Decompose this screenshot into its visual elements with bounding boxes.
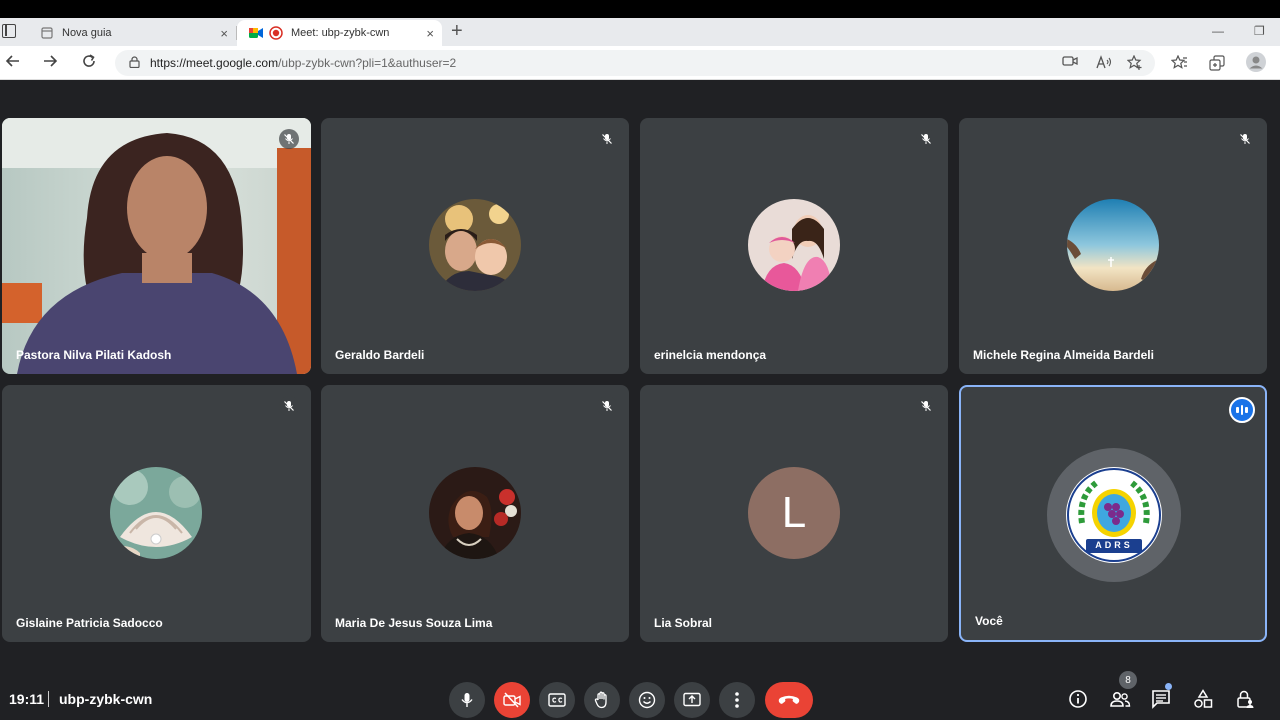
participant-tile[interactable]: L Lia Sobral [640, 385, 948, 642]
camera-off-icon [503, 692, 521, 708]
mic-off-icon [597, 129, 617, 149]
participant-avatar [748, 199, 840, 291]
mic-off-icon [916, 396, 936, 416]
present-screen-button[interactable] [674, 682, 710, 718]
speaking-indicator-icon [1229, 397, 1255, 423]
forward-icon[interactable] [40, 53, 60, 74]
page-icon [40, 26, 54, 40]
restore-button[interactable]: ❐ [1254, 24, 1265, 38]
new-tab-button[interactable]: + [451, 20, 463, 42]
mic-off-icon [279, 396, 299, 416]
tab-close-icon[interactable]: × [220, 26, 228, 41]
participant-name: Pastora Nilva Pilati Kadosh [16, 348, 172, 362]
mic-off-icon [1235, 129, 1255, 149]
camera-permission-icon[interactable] [1062, 55, 1078, 70]
window-top-bar [0, 0, 1280, 18]
participant-initial-avatar: L [748, 467, 840, 559]
participant-tile[interactable]: Gislaine Patricia Sadocco [2, 385, 311, 642]
mic-off-icon [279, 129, 299, 149]
chat-button[interactable] [1148, 686, 1174, 712]
tab-strip: Nova guia × Meet: ubp-zybk-cwn × + — ❐ [0, 18, 1280, 46]
raise-hand-button[interactable] [584, 682, 620, 718]
meeting-controls-bar: 19:11 ubp-zybk-cwn 8 [0, 671, 1280, 720]
activities-button[interactable] [1190, 686, 1216, 712]
meeting-code: ubp-zybk-cwn [59, 691, 153, 707]
participant-tile-video[interactable]: Pastora Nilva Pilati Kadosh [2, 118, 311, 374]
back-icon[interactable] [3, 53, 23, 74]
chat-icon [1152, 690, 1170, 709]
self-avatar-logo: ADRS [1066, 467, 1162, 563]
meeting-clock: 19:11 [9, 691, 45, 707]
camera-off-button[interactable] [494, 682, 530, 718]
collections-icon[interactable] [1209, 55, 1225, 74]
meeting-details-button[interactable] [1065, 686, 1091, 712]
hang-up-icon [778, 695, 800, 704]
logo-text: ADRS [1095, 540, 1133, 550]
participant-avatar [1067, 199, 1159, 291]
recording-icon [269, 26, 283, 40]
participant-name: Lia Sobral [654, 616, 713, 630]
participant-tile[interactable]: erinelcia mendonça [640, 118, 948, 374]
shapes-icon [1194, 689, 1213, 708]
tab-actions-icon[interactable] [2, 24, 16, 38]
mic-off-icon [916, 129, 936, 149]
leave-call-button[interactable] [765, 682, 813, 718]
clock-divider [48, 691, 49, 707]
minimize-button[interactable]: — [1212, 24, 1224, 38]
participant-name: Você [975, 614, 1003, 628]
host-controls-button[interactable] [1232, 686, 1258, 712]
info-icon [1069, 690, 1087, 708]
favorites-icon[interactable] [1170, 54, 1188, 73]
meet-logo-icon [249, 26, 263, 40]
profile-avatar-icon[interactable] [1246, 52, 1266, 75]
people-button[interactable] [1107, 686, 1133, 712]
lock-person-icon [1237, 690, 1254, 708]
participant-tile[interactable]: Michele Regina Almeida Bardeli [959, 118, 1267, 374]
tab-title: Meet: ubp-zybk-cwn [291, 27, 390, 39]
people-icon [1110, 691, 1131, 707]
more-vert-icon [735, 692, 739, 708]
participant-avatar [429, 199, 521, 291]
participant-avatar [429, 467, 521, 559]
tab-title: Nova guia [62, 27, 112, 39]
captions-icon [548, 693, 566, 707]
address-bar: https://meet.google.com/ubp-zybk-cwn?pli… [0, 46, 1280, 80]
mic-icon [461, 693, 473, 707]
reload-icon[interactable] [79, 53, 99, 74]
lock-icon[interactable] [129, 55, 140, 71]
tab-meet[interactable]: Meet: ubp-zybk-cwn × [237, 20, 442, 46]
present-icon [683, 692, 701, 707]
tab-close-icon[interactable]: × [426, 26, 434, 41]
participant-name: Maria De Jesus Souza Lima [335, 616, 493, 630]
more-options-button[interactable] [719, 682, 755, 718]
participant-avatar [110, 467, 202, 559]
mic-off-icon [597, 396, 617, 416]
participant-tile[interactable]: Maria De Jesus Souza Lima [321, 385, 629, 642]
reactions-button[interactable] [629, 682, 665, 718]
read-aloud-icon[interactable] [1096, 55, 1112, 72]
captions-button[interactable] [539, 682, 575, 718]
participant-name: Geraldo Bardeli [335, 348, 425, 362]
url-host: https://meet.google.com [150, 56, 279, 70]
url-path: /ubp-zybk-cwn?pli=1&authuser=2 [278, 56, 457, 70]
add-favorite-icon[interactable] [1126, 54, 1143, 73]
participant-tile[interactable]: Geraldo Bardeli [321, 118, 629, 374]
mic-button[interactable] [449, 682, 485, 718]
emoji-icon [638, 691, 656, 709]
participant-name: Gislaine Patricia Sadocco [16, 616, 163, 630]
url-field[interactable]: https://meet.google.com/ubp-zybk-cwn?pli… [115, 50, 1155, 76]
self-participant-tile[interactable]: ADRS Você [959, 385, 1267, 642]
tab-nova-guia[interactable]: Nova guia × [28, 20, 236, 46]
participant-name: Michele Regina Almeida Bardeli [973, 348, 1154, 362]
participant-name: erinelcia mendonça [654, 348, 767, 362]
participant-video-feed [2, 118, 311, 374]
hand-icon [594, 691, 607, 709]
